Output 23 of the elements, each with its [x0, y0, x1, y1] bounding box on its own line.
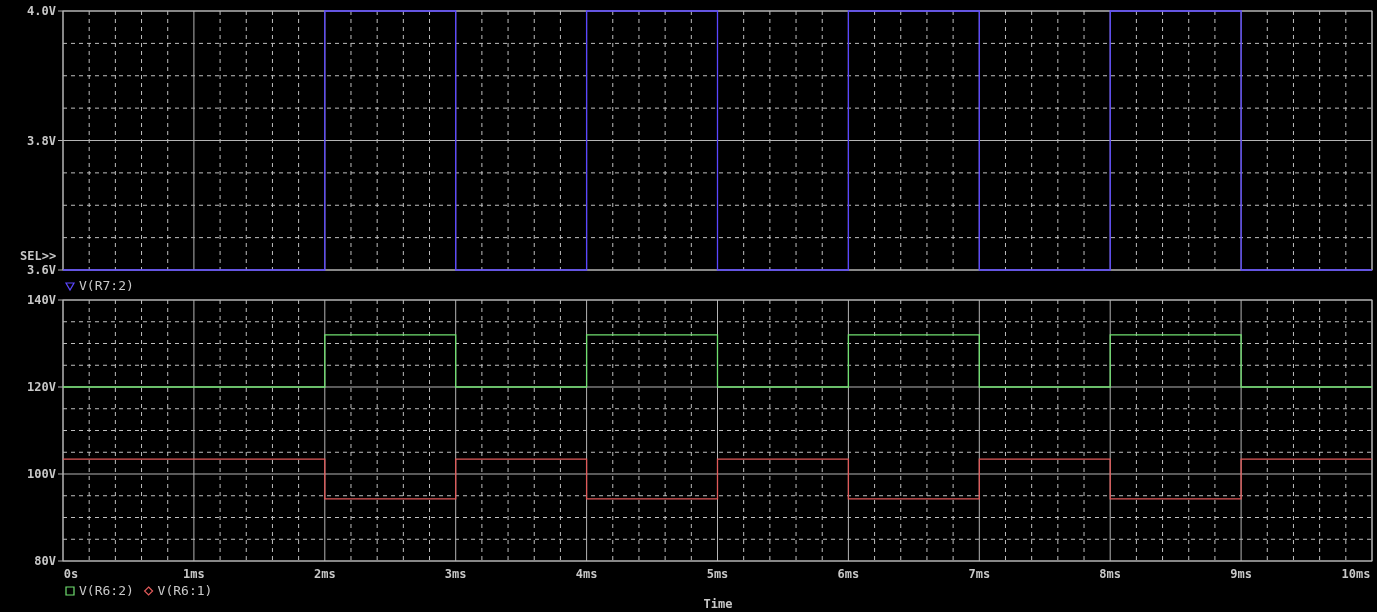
legend-label: V(R6:2): [79, 583, 134, 598]
y-tick-label: 3.8V: [27, 133, 56, 148]
x-tick-label: 9ms: [1230, 567, 1252, 581]
x-tick-label: 3ms: [444, 567, 467, 581]
y-tick-label: 140V: [27, 293, 56, 307]
x-tick-label: 4ms: [575, 567, 598, 581]
x-tick-label: 10ms: [1341, 567, 1371, 581]
x-tick-label: 0s: [63, 567, 79, 581]
x-tick-label: 8ms: [1099, 567, 1122, 581]
x-tick-label: 6ms: [837, 567, 860, 581]
y-tick-label: 4.0V: [27, 4, 56, 18]
legend-label: V(R7:2): [79, 278, 134, 293]
y-tick-label: 100V: [27, 467, 56, 481]
y-tick-label: 80V: [34, 554, 56, 568]
y-tick-label: 120V: [27, 380, 56, 394]
x-tick-label: 1ms: [183, 567, 205, 581]
legend-label: V(R6:1): [157, 583, 213, 598]
y-tick-label: 3.6V: [27, 263, 56, 277]
selection-marker: SEL>>: [20, 249, 57, 263]
x-tick-label: 5ms: [706, 567, 729, 581]
x-tick-label: 2ms: [313, 567, 336, 581]
x-tick-label: 7ms: [968, 567, 991, 581]
x-axis-label: Time: [703, 597, 733, 611]
